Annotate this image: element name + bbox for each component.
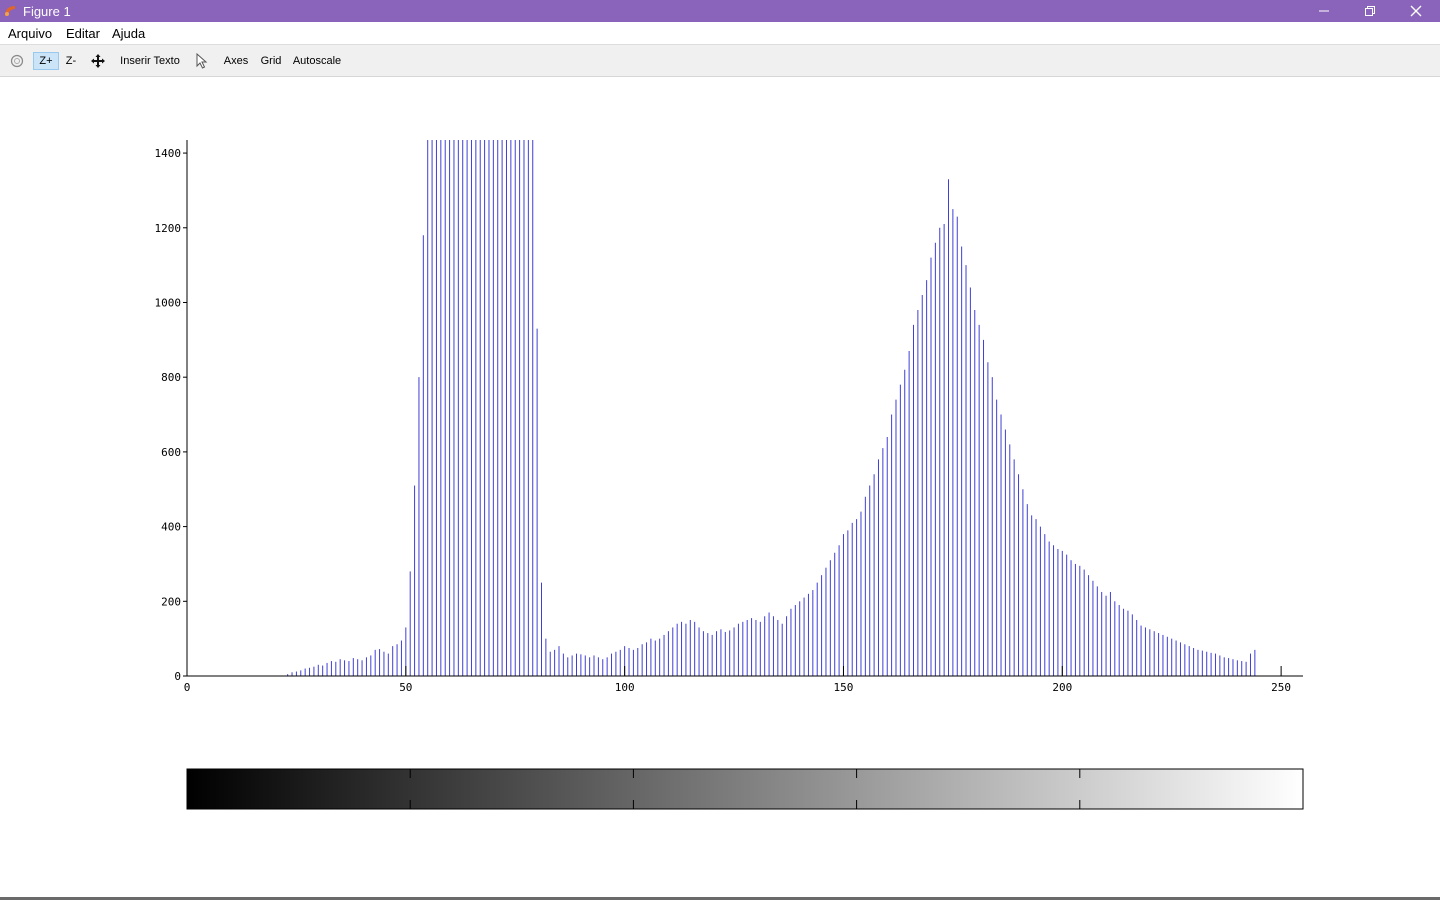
pan-button[interactable] bbox=[88, 52, 108, 70]
select-button[interactable] bbox=[194, 52, 210, 70]
close-button[interactable] bbox=[1393, 0, 1439, 22]
histogram-plot[interactable]: 0 200 400 600 800 1000 1200 1400 0 50 100 150 200 250 bbox=[0, 78, 1440, 897]
x-tick-label: 0 bbox=[184, 681, 191, 694]
grid-button[interactable]: Grid bbox=[259, 52, 283, 70]
y-tick-label: 200 bbox=[161, 595, 181, 608]
menu-editar[interactable]: Editar bbox=[66, 26, 100, 41]
reset-icon bbox=[10, 54, 24, 68]
menu-ajuda[interactable]: Ajuda bbox=[112, 26, 145, 41]
x-tick-label: 200 bbox=[1052, 681, 1072, 694]
y-tick-label: 1200 bbox=[155, 222, 182, 235]
restore-icon bbox=[1365, 6, 1375, 16]
y-tick-label: 1000 bbox=[155, 296, 182, 309]
toolbar: Z+ Z- Inserir Texto Axes Grid Autoscale bbox=[0, 44, 1440, 77]
app-icon bbox=[5, 6, 15, 16]
bars-group bbox=[287, 140, 1256, 676]
autoscale-button[interactable]: Autoscale bbox=[292, 52, 342, 70]
minimize-icon bbox=[1319, 10, 1329, 12]
y-tick-label: 600 bbox=[161, 446, 181, 459]
colorbar bbox=[186, 768, 1304, 810]
menu-arquivo[interactable]: Arquivo bbox=[8, 26, 52, 41]
restore-button[interactable] bbox=[1347, 0, 1393, 22]
x-tick-label: 150 bbox=[834, 681, 854, 694]
x-tick-label: 250 bbox=[1271, 681, 1291, 694]
move-icon bbox=[91, 54, 105, 68]
colorbar-gradient bbox=[186, 768, 1304, 810]
y-tick-label: 1400 bbox=[155, 147, 182, 160]
y-tick-label: 400 bbox=[161, 521, 181, 534]
reset-button[interactable] bbox=[8, 52, 26, 70]
minimize-button[interactable] bbox=[1301, 0, 1347, 22]
axes-group: 0 200 400 600 800 1000 1200 1400 0 50 100 150 200 250 bbox=[155, 140, 1303, 694]
cursor-icon bbox=[196, 53, 208, 69]
x-tick-label: 50 bbox=[399, 681, 412, 694]
zoom-in-button[interactable]: Z+ bbox=[33, 52, 59, 70]
y-tick-label: 800 bbox=[161, 371, 181, 384]
zoom-out-button[interactable]: Z- bbox=[62, 52, 80, 70]
y-tick-label: 0 bbox=[174, 670, 181, 683]
x-tick-label: 100 bbox=[615, 681, 635, 694]
title-bar: Figure 1 bbox=[0, 0, 1440, 22]
close-icon bbox=[1410, 5, 1422, 17]
insert-text-button[interactable]: Inserir Texto bbox=[118, 52, 182, 70]
window-title: Figure 1 bbox=[23, 4, 71, 19]
menu-bar: Arquivo Editar Ajuda bbox=[0, 22, 1440, 44]
axes-button[interactable]: Axes bbox=[222, 52, 250, 70]
